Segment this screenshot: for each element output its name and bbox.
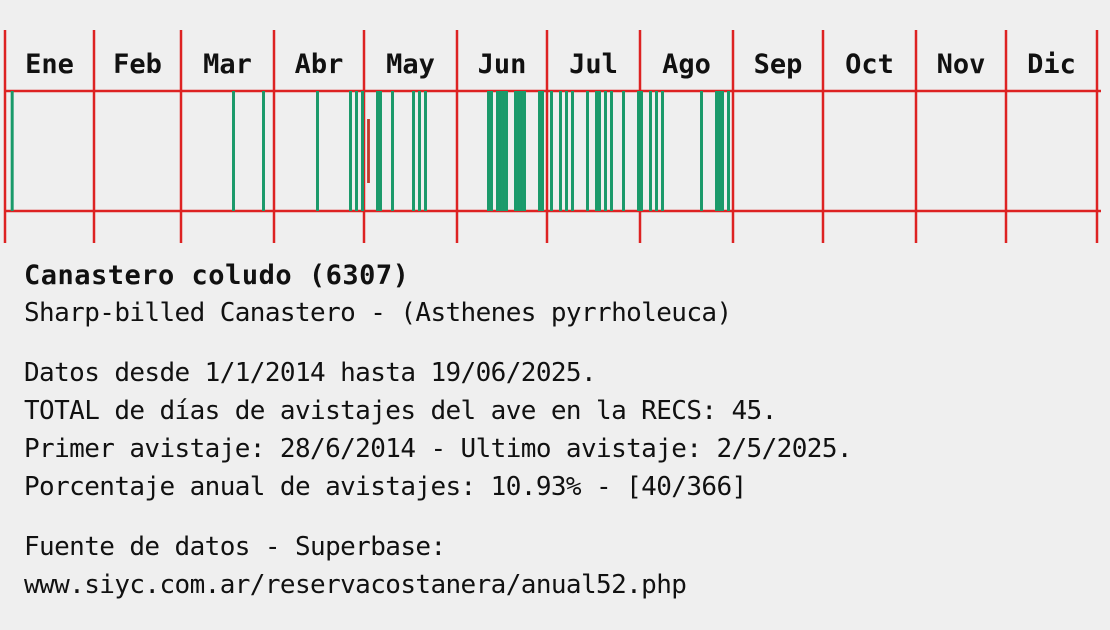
month-label-mar: Mar <box>203 49 252 80</box>
chart-sighting-bars <box>10 91 730 211</box>
sighting-bar <box>496 91 499 211</box>
sighting-bar <box>505 91 508 211</box>
month-labels: Ene Feb Mar Abr May Jun Jul Ago Sep Oct Nov Dic <box>25 49 1076 80</box>
month-label-jun: Jun <box>478 49 527 80</box>
sighting-bar <box>715 91 718 211</box>
sighting-bar <box>376 91 379 211</box>
sighting-bar <box>595 91 598 211</box>
sighting-bar <box>391 91 394 211</box>
month-label-nov: Nov <box>937 49 986 80</box>
sighting-bar <box>361 91 364 211</box>
sighting-bar <box>232 91 235 211</box>
sighting-bar <box>661 91 664 211</box>
sighting-bar <box>424 91 427 211</box>
annual-percentage-text: Porcentaje anual de avistajes: 10.93% - … <box>24 472 747 502</box>
species-title: Canastero coludo (6307) <box>24 260 410 291</box>
month-label-feb: Feb <box>113 49 162 80</box>
month-label-sep: Sep <box>754 49 803 80</box>
sighting-bar <box>517 91 520 211</box>
sighting-bar <box>10 91 14 211</box>
sighting-bar <box>565 91 568 211</box>
month-label-jul: Jul <box>569 49 618 80</box>
sighting-bar <box>655 91 658 211</box>
month-label-may: May <box>386 49 435 80</box>
first-last-sighting-text: Primer avistaje: 28/6/2014 - Ultimo avis… <box>24 434 853 464</box>
sighting-bar <box>637 91 640 211</box>
month-label-ene: Ene <box>25 49 74 80</box>
sighting-bar <box>610 91 613 211</box>
highlight-bar <box>367 119 370 183</box>
sighting-bar <box>721 91 724 211</box>
sighting-bar <box>349 91 352 211</box>
sighting-bar <box>316 91 319 211</box>
annual-sightings-chart: Ene Feb Mar Abr May Jun Jul Ago Sep Oct Nov Dic <box>3 30 1101 243</box>
sighting-bar <box>622 91 625 211</box>
sighting-bar <box>604 91 607 211</box>
sighting-bar <box>559 91 562 211</box>
sighting-bar <box>514 91 517 211</box>
sighting-bar <box>523 91 526 211</box>
sighting-bar <box>550 91 553 211</box>
month-label-ago: Ago <box>662 49 711 80</box>
sighting-bar <box>571 91 574 211</box>
sighting-bar <box>487 91 490 211</box>
species-info: Canastero coludo (6307) Sharp-billed Can… <box>24 258 1104 604</box>
date-range-text: Datos desde 1/1/2014 hasta 19/06/2025. <box>24 358 597 388</box>
sighting-bar <box>490 91 493 211</box>
source-label: Fuente de datos - Superbase: <box>24 532 446 562</box>
sighting-bar <box>586 91 589 211</box>
sighting-bar <box>598 91 601 211</box>
month-label-abr: Abr <box>295 49 344 80</box>
total-days-text: TOTAL de días de avistajes del ave en la… <box>24 396 777 426</box>
sighting-bar <box>538 91 541 211</box>
sighting-bar <box>727 91 730 211</box>
sighting-bar <box>541 91 544 211</box>
sighting-bar <box>262 91 265 211</box>
month-label-dic: Dic <box>1027 49 1076 80</box>
sighting-bar <box>502 91 505 211</box>
sighting-bar <box>718 91 721 211</box>
sighting-bar <box>355 91 358 211</box>
sighting-bar <box>649 91 652 211</box>
source-url: www.siyc.com.ar/reservacostanera/anual52… <box>24 570 687 600</box>
sighting-bar <box>520 91 523 211</box>
month-label-oct: Oct <box>845 49 894 80</box>
sighting-bar <box>418 91 421 211</box>
sighting-bar <box>640 91 643 211</box>
sighting-bar <box>700 91 703 211</box>
sighting-bar <box>379 91 382 211</box>
sighting-bar <box>499 91 502 211</box>
sighting-bar <box>412 91 415 211</box>
species-subtitle: Sharp-billed Canastero - (Asthenes pyrrh… <box>24 298 732 328</box>
